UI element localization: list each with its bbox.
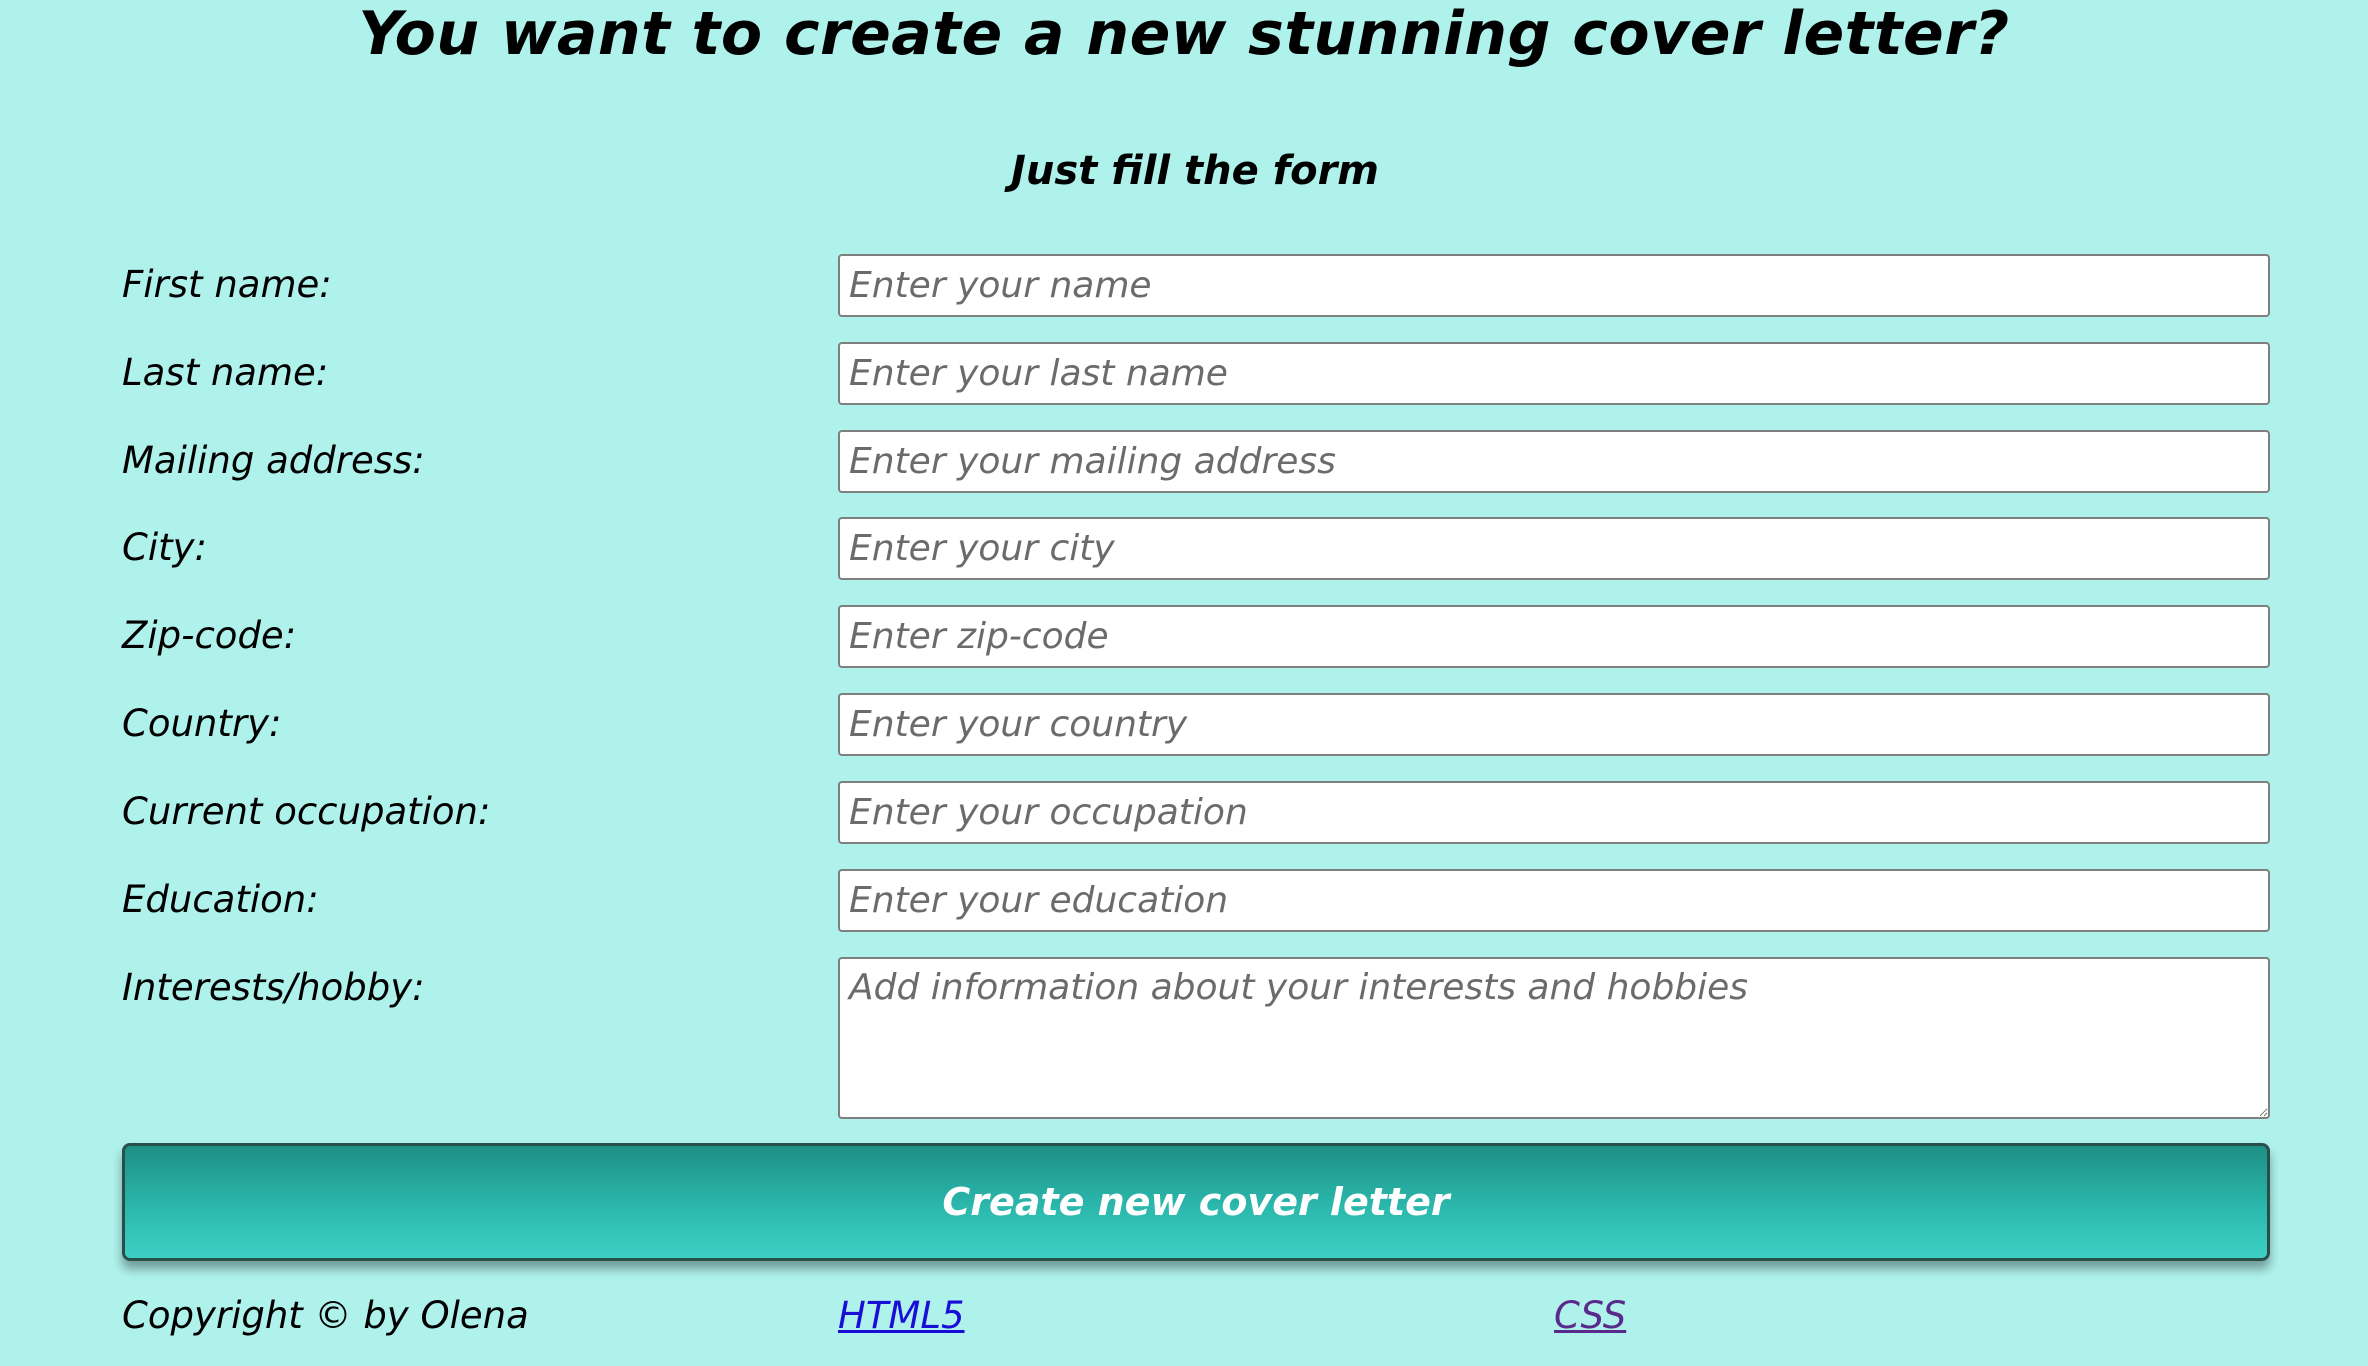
last-name-label: Last name: bbox=[122, 351, 329, 394]
last-name-field[interactable] bbox=[838, 342, 2270, 405]
education-label: Education: bbox=[122, 878, 319, 921]
mailing-address-field[interactable] bbox=[838, 430, 2270, 493]
first-name-field[interactable] bbox=[838, 254, 2270, 317]
mailing-address-label: Mailing address: bbox=[122, 439, 425, 482]
zip-code-field[interactable] bbox=[838, 605, 2270, 668]
occupation-field[interactable] bbox=[838, 781, 2270, 844]
country-label: Country: bbox=[122, 702, 282, 745]
first-name-label: First name: bbox=[122, 263, 332, 306]
country-field[interactable] bbox=[838, 693, 2270, 756]
education-field[interactable] bbox=[838, 869, 2270, 932]
create-cover-letter-button[interactable]: Create new cover letter bbox=[122, 1143, 2270, 1261]
city-field[interactable] bbox=[838, 517, 2270, 580]
page-title: You want to create a new stunning cover … bbox=[358, 0, 2010, 69]
page-subtitle: Just fill the form bbox=[1011, 148, 1379, 194]
occupation-label: Current occupation: bbox=[122, 790, 491, 833]
city-label: City: bbox=[122, 526, 207, 569]
html5-link[interactable]: HTML5 bbox=[838, 1286, 965, 1346]
css-link[interactable]: CSS bbox=[1554, 1286, 1626, 1346]
interests-label: Interests/hobby: bbox=[122, 966, 425, 1009]
interests-textarea[interactable] bbox=[838, 957, 2270, 1119]
zip-code-label: Zip-code: bbox=[122, 614, 297, 657]
footer-copyright: Copyright © by Olena bbox=[122, 1294, 529, 1337]
